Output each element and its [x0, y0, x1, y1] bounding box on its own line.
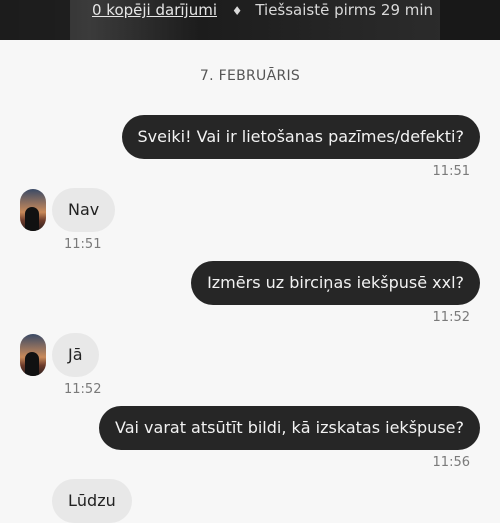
message-text: Nav — [68, 200, 100, 219]
diamond-separator-icon: ♦ — [231, 4, 243, 18]
message-text: Vai varat atsūtīt bildi, kā izskatas iek… — [115, 418, 464, 437]
header-meta: 0 kopēji darījumi ♦ Tiešsaistē pirms 29 … — [92, 0, 433, 20]
date-divider: 7. FEBRUĀRIS — [199, 68, 301, 84]
message-time: 11:51 — [432, 164, 470, 179]
message-outgoing[interactable]: Vai varat atsūtīt bildi, kā izskatas iek… — [99, 406, 480, 450]
header-photo-left — [0, 0, 70, 40]
message-text: Sveiki! Vai ir lietošanas pazīmes/defekt… — [137, 127, 465, 146]
chat-header: 0 kopēji darījumi ♦ Tiešsaistē pirms 29 … — [0, 0, 500, 40]
message-text: Lūdzu — [68, 491, 116, 510]
message-incoming[interactable]: Nav — [52, 188, 116, 232]
message-time: 11:56 — [432, 455, 470, 470]
message-time: 11:52 — [432, 310, 470, 325]
message-text: Izmērs uz birciņas iekšpusē xxl? — [207, 273, 464, 292]
message-outgoing[interactable]: Sveiki! Vai ir lietošanas pazīmes/defekt… — [121, 115, 480, 159]
seller-avatar[interactable] — [20, 334, 46, 376]
online-status: Tiešsaistē pirms 29 min — [255, 1, 434, 19]
message-text: Jā — [68, 345, 83, 364]
seller-avatar[interactable] — [20, 189, 46, 231]
shared-deals-link[interactable]: 0 kopēji darījumi — [92, 1, 217, 19]
message-outgoing[interactable]: Izmērs uz birciņas iekšpusē xxl? — [191, 261, 480, 305]
avatar-silhouette — [25, 352, 39, 376]
message-incoming[interactable]: Jā — [52, 333, 99, 377]
message-time: 11:51 — [64, 237, 102, 252]
avatar-silhouette — [25, 207, 39, 231]
message-time: 11:52 — [64, 382, 102, 397]
message-incoming[interactable]: Lūdzu — [52, 479, 132, 523]
header-photo-right — [440, 0, 500, 40]
